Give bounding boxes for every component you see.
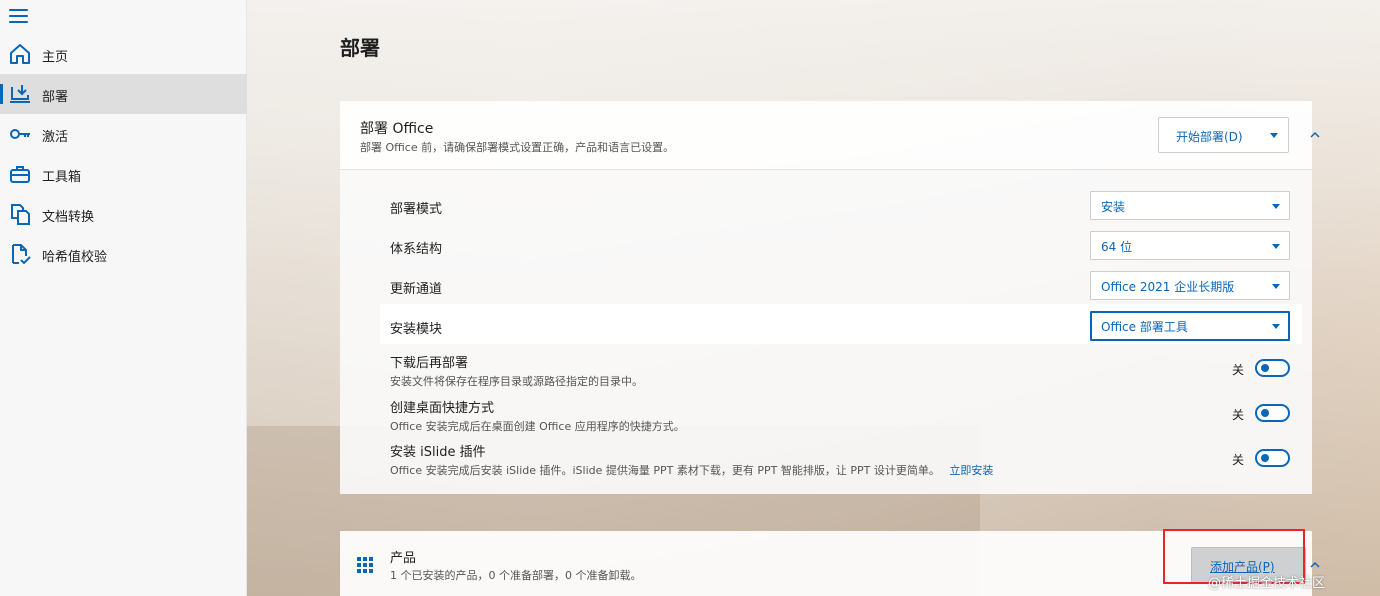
toolbox-icon xyxy=(10,166,30,183)
download-then-deploy-toggle[interactable] xyxy=(1255,359,1290,377)
toggle-state-label: 关 xyxy=(1232,453,1245,467)
deploy-office-title: 部署 Office xyxy=(360,121,434,137)
update-channel-select[interactable]: Office 2021 企业长期版 xyxy=(1090,271,1290,300)
install-now-link[interactable]: 立即安装 xyxy=(949,464,993,477)
checksum-icon xyxy=(12,244,31,265)
islide-plugin-description: Office 安装完成后安装 iSlide 插件。iSlide 提供海量 PPT… xyxy=(390,464,940,477)
grid-icon xyxy=(357,557,373,573)
islide-plugin-toggle[interactable] xyxy=(1255,449,1290,467)
deploy-icon xyxy=(10,85,30,103)
download-then-deploy-description: 安装文件将保存在程序目录或源路径指定的目录中。 xyxy=(390,375,643,388)
product-panel-subtitle: 1 个已安装的产品，0 个准备部署，0 个准备卸载。 xyxy=(390,569,642,582)
caret-down-icon xyxy=(1272,244,1280,249)
update-channel-label: 更新通道 xyxy=(390,282,443,297)
deploy-office-subtitle: 部署 Office 前，请确保部署模式设置正确，产品和语言已设置。 xyxy=(360,141,675,154)
desktop-shortcut-toggle[interactable] xyxy=(1255,404,1290,422)
sidebar-item-label: 哈希值校验 xyxy=(42,250,108,265)
start-deploy-button[interactable]: 开始部署(D) xyxy=(1158,117,1289,153)
deploy-office-settings: 部署模式 安装 体系结构 64 位 更新通道 Office 2021 企业长期版… xyxy=(340,170,1312,494)
select-value: Office 2021 企业长期版 xyxy=(1101,280,1235,294)
hamburger-menu-icon[interactable] xyxy=(9,8,31,24)
install-module-select[interactable]: Office 部署工具 xyxy=(1090,311,1290,341)
toggle-knob xyxy=(1261,364,1269,372)
convert-icon xyxy=(11,204,30,225)
deploy-mode-select[interactable]: 安装 xyxy=(1090,191,1290,220)
caret-down-icon xyxy=(1272,324,1280,329)
select-value: Office 部署工具 xyxy=(1101,320,1188,334)
sidebar-item-activate[interactable]: 激活 xyxy=(0,114,247,154)
islide-plugin-label: 安装 iSlide 插件 xyxy=(390,445,486,460)
sidebar-item-checksum[interactable]: 哈希值校验 xyxy=(0,234,247,274)
deploy-office-header[interactable]: 部署 Office 部署 Office 前，请确保部署模式设置正确，产品和语言已… xyxy=(340,101,1320,170)
toggle-state-label: 关 xyxy=(1232,363,1245,377)
chevron-up-icon[interactable] xyxy=(1309,559,1321,571)
architecture-label: 体系结构 xyxy=(390,242,443,257)
architecture-select[interactable]: 64 位 xyxy=(1090,231,1290,260)
select-value: 安装 xyxy=(1101,200,1126,214)
deploy-mode-label: 部署模式 xyxy=(390,202,443,217)
chevron-up-icon[interactable] xyxy=(1309,129,1321,141)
start-deploy-label: 开始部署(D) xyxy=(1176,130,1243,144)
sidebar-item-toolbox[interactable]: 工具箱 xyxy=(0,154,247,194)
caret-down-icon xyxy=(1272,204,1280,209)
sidebar-item-home[interactable]: 主页 xyxy=(0,34,247,74)
watermark: @稀土掘金技术社区 xyxy=(1208,576,1326,591)
active-indicator xyxy=(0,84,3,104)
sidebar-item-label: 文档转换 xyxy=(42,210,95,225)
desktop-shortcut-label: 创建桌面快捷方式 xyxy=(390,401,495,416)
sidebar-item-label: 激活 xyxy=(42,130,69,145)
caret-down-icon xyxy=(1272,284,1280,289)
toggle-state-label: 关 xyxy=(1232,408,1245,422)
select-value: 64 位 xyxy=(1101,240,1133,254)
islide-plugin-description-row: Office 安装完成后安装 iSlide 插件。iSlide 提供海量 PPT… xyxy=(390,462,993,478)
sidebar-item-label: 主页 xyxy=(42,50,69,65)
desktop-shortcut-description: Office 安装完成后在桌面创建 Office 应用程序的快捷方式。 xyxy=(390,420,685,433)
home-icon xyxy=(10,44,30,64)
install-module-label: 安装模块 xyxy=(390,322,443,337)
sidebar: 主页 部署 激活 工具箱 文档转换 哈希值校验 xyxy=(0,0,247,596)
key-icon xyxy=(10,129,30,139)
sidebar-item-label: 工具箱 xyxy=(42,170,82,185)
caret-down-icon[interactable] xyxy=(1270,133,1278,138)
toggle-knob xyxy=(1261,409,1269,417)
sidebar-item-deploy[interactable]: 部署 xyxy=(0,74,247,114)
sidebar-item-convert[interactable]: 文档转换 xyxy=(0,194,247,234)
sidebar-item-label: 部署 xyxy=(42,90,69,105)
download-then-deploy-label: 下载后再部署 xyxy=(390,356,469,371)
toggle-knob xyxy=(1261,454,1269,462)
product-panel-title: 产品 xyxy=(390,551,417,566)
page-title: 部署 xyxy=(340,36,380,60)
